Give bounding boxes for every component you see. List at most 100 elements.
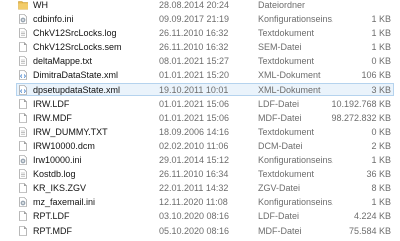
file-size: 1 KB bbox=[371, 28, 391, 39]
file-date: 22.01.2011 14:32 bbox=[159, 183, 229, 194]
file-type: Konfigurationseins... bbox=[258, 197, 333, 208]
file-name: mz_faxemail.ini bbox=[33, 197, 96, 208]
file-size: 1 KB bbox=[371, 197, 391, 208]
file-name: IRW.LDF bbox=[33, 98, 70, 109]
config-file-icon bbox=[18, 197, 28, 208]
file-row[interactable]: DimitraDataState.xml 01.01.2021 15:20 XML-… bbox=[0, 68, 400, 82]
file-name: cdbinfo.ini bbox=[33, 14, 74, 25]
file-type: Textdokument bbox=[258, 56, 315, 67]
file-type: LDF-Datei bbox=[258, 211, 300, 222]
file-icon bbox=[18, 112, 28, 123]
file-list: WH 28.08.2014 20:24 Dateiordner cdbinfo.ini… bbox=[0, 0, 400, 238]
file-icon bbox=[18, 98, 28, 109]
file-size: 10.192.768 KB bbox=[331, 98, 391, 109]
file-size: 4.224 KB bbox=[353, 211, 391, 222]
file-date: 29.01.2014 15:12 bbox=[159, 155, 230, 166]
file-date: 01.01.2021 15:06 bbox=[159, 112, 230, 123]
file-row[interactable]: Irw10000.ini 29.01.2014 15:12 Konfiguratio… bbox=[0, 153, 400, 167]
file-row[interactable]: IRW10000.dcm 02.02.2010 11:06 DCM-Datei 2 K… bbox=[0, 139, 400, 153]
file-date: 28.08.2014 20:24 bbox=[159, 0, 230, 10]
file-icon bbox=[18, 183, 28, 194]
file-type: XML-Dokument bbox=[258, 84, 321, 95]
file-row[interactable]: IRW.LDF 01.01.2021 15:06 LDF-Datei 10.192.7… bbox=[0, 97, 400, 111]
file-name: IRW.MDF bbox=[33, 112, 72, 123]
file-row[interactable]: RPT.MDF 05.10.2020 08:16 MDF-Datei 75.584 K… bbox=[0, 224, 400, 238]
file-size: 106 KB bbox=[361, 70, 391, 81]
file-row[interactable]: KR_IKS.ZGV 22.01.2011 14:32 ZGV-Datei 8 KB bbox=[0, 181, 400, 195]
file-size: 3 KB bbox=[371, 84, 391, 95]
file-name: Irw10000.ini bbox=[33, 155, 82, 166]
folder-icon bbox=[18, 0, 28, 10]
file-row[interactable]: ChkV12SrcLocks.log 26.11.2010 16:32 Textdo… bbox=[0, 26, 400, 40]
file-date: 01.01.2021 15:06 bbox=[159, 98, 230, 109]
text-file-icon bbox=[18, 169, 28, 179]
file-size: 2 KB bbox=[371, 140, 391, 151]
file-date: 01.01.2021 15:20 bbox=[159, 70, 230, 81]
config-file-icon bbox=[18, 155, 28, 165]
config-file-icon bbox=[18, 14, 28, 24]
file-row[interactable]: cdbinfo.ini 09.09.2017 21:19 Konfiguration… bbox=[0, 12, 400, 26]
file-type: Textdokument bbox=[258, 126, 315, 137]
file-size: 98.272.832 KB bbox=[331, 112, 391, 123]
file-name: WH bbox=[33, 0, 48, 10]
file-type: Konfigurationseins... bbox=[258, 155, 333, 166]
file-row[interactable]: Kostdb.log 26.11.2010 16:34 Textdokument 36… bbox=[0, 167, 400, 181]
file-type: LDF-Datei bbox=[258, 98, 300, 109]
file-date: 12.11.2020 11:08 bbox=[159, 197, 228, 208]
file-date: 19.10.2011 10:01 bbox=[159, 84, 229, 95]
file-size: 36 KB bbox=[366, 169, 391, 180]
file-row[interactable]: RPT.LDF 03.10.2020 08:16 LDF-Datei 4.224 KB bbox=[0, 209, 400, 223]
file-name: IRW_DUMMY.TXT bbox=[33, 126, 108, 137]
file-date: 02.02.2010 11:06 bbox=[159, 140, 229, 151]
file-date: 26.11.2010 16:32 bbox=[159, 42, 229, 53]
xml-file-icon bbox=[18, 70, 28, 81]
file-type: XML-Dokument bbox=[258, 70, 321, 81]
file-name: DimitraDataState.xml bbox=[33, 70, 119, 81]
file-type: SEM-Datei bbox=[258, 42, 302, 53]
file-type: Textdokument bbox=[258, 169, 315, 180]
file-row[interactable]: deltaMappe.txt 08.01.2021 15:27 Textdokume… bbox=[0, 54, 400, 68]
file-row[interactable]: IRW.MDF 01.01.2021 15:06 MDF-Datei 98.272.8… bbox=[0, 111, 400, 125]
file-name: ChkV12SrcLocks.sem bbox=[33, 42, 122, 53]
file-type: ZGV-Datei bbox=[258, 183, 301, 194]
file-type: Textdokument bbox=[258, 28, 315, 39]
file-row[interactable]: IRW_DUMMY.TXT 18.09.2006 14:16 Textdokumen… bbox=[0, 125, 400, 139]
file-name: Kostdb.log bbox=[33, 169, 76, 180]
file-row[interactable]: dpsetupdataState.xml 19.10.2011 10:01 XML-… bbox=[0, 82, 400, 97]
file-row[interactable]: mz_faxemail.ini 12.11.2020 11:08 Konfigura… bbox=[0, 195, 400, 209]
text-file-icon bbox=[18, 127, 28, 137]
file-size: 1 KB bbox=[371, 14, 391, 25]
xml-file-icon bbox=[18, 84, 28, 95]
file-name: RPT.LDF bbox=[33, 211, 70, 222]
file-date: 26.11.2010 16:34 bbox=[159, 169, 229, 180]
file-date: 03.10.2020 08:16 bbox=[159, 211, 230, 222]
file-row[interactable]: ChkV12SrcLocks.sem 26.11.2010 16:32 SEM-Da… bbox=[0, 40, 400, 54]
text-file-icon bbox=[18, 56, 28, 67]
file-size: 0 KB bbox=[371, 56, 391, 67]
file-row[interactable]: WH 28.08.2014 20:24 Dateiordner bbox=[0, 0, 400, 12]
file-type: MDF-Datei bbox=[258, 225, 302, 236]
file-date: 05.10.2020 08:16 bbox=[159, 225, 230, 236]
file-icon bbox=[18, 211, 28, 222]
file-type: Konfigurationseins... bbox=[258, 14, 333, 25]
file-size: 1 KB bbox=[371, 42, 391, 53]
file-type: Dateiordner bbox=[258, 0, 306, 10]
file-type: DCM-Datei bbox=[258, 140, 303, 151]
file-name: KR_IKS.ZGV bbox=[33, 183, 87, 194]
file-size: 1 KB bbox=[371, 155, 391, 166]
file-name: deltaMappe.txt bbox=[33, 56, 93, 67]
file-date: 09.09.2017 21:19 bbox=[159, 14, 230, 25]
file-name: dpsetupdataState.xml bbox=[33, 84, 121, 95]
file-date: 08.01.2021 15:27 bbox=[159, 56, 230, 67]
text-file-icon bbox=[18, 28, 28, 38]
file-rows: WH 28.08.2014 20:24 Dateiordner cdbinfo.ini… bbox=[0, 0, 400, 238]
file-type: MDF-Datei bbox=[258, 112, 302, 123]
file-name: IRW10000.dcm bbox=[33, 140, 95, 151]
file-icon bbox=[18, 141, 28, 151]
file-size: 0 KB bbox=[371, 126, 391, 137]
file-date: 26.11.2010 16:32 bbox=[159, 28, 229, 39]
file-icon bbox=[18, 225, 28, 236]
file-date: 18.09.2006 14:16 bbox=[159, 126, 230, 137]
file-name: ChkV12SrcLocks.log bbox=[33, 28, 117, 39]
file-size: 75.584 KB bbox=[348, 225, 391, 236]
